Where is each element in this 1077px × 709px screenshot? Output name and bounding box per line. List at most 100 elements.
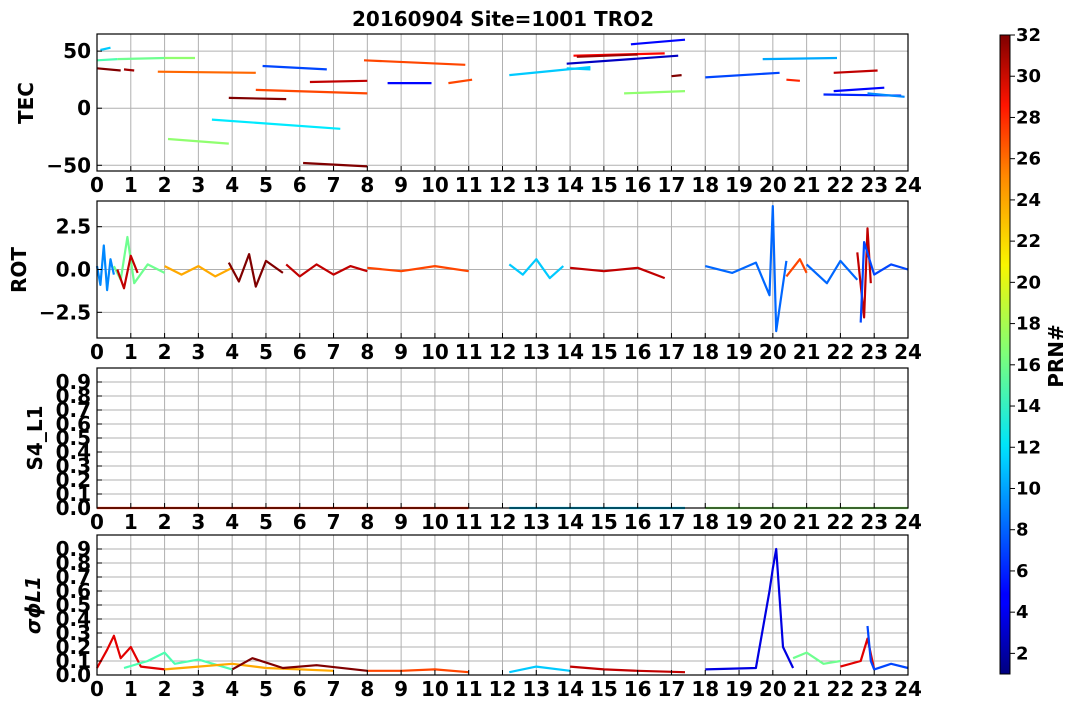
x-tick-label: 20 [759, 340, 787, 364]
series-line-prn-9 [95, 244, 115, 292]
x-tick-label: 23 [860, 340, 888, 364]
series-line-prn-10 [762, 56, 838, 61]
x-tick-label: 16 [624, 510, 652, 534]
x-tick-label: 20 [759, 677, 787, 701]
colorbar-tick-label: 14 [1016, 396, 1041, 417]
series-line-prn-7 [859, 241, 909, 323]
colorbar-tick-label: 22 [1016, 231, 1041, 252]
x-tick-label: 21 [793, 340, 821, 364]
s4-grid [96, 368, 909, 509]
x-tick-label: 0 [90, 510, 104, 534]
x-tick-label: 16 [624, 173, 652, 197]
x-tick-label: 10 [421, 510, 449, 534]
series-line-prn-32 [227, 253, 284, 288]
x-tick-label: 0 [90, 340, 104, 364]
x-tick-label: 7 [327, 173, 341, 197]
series-line-prn-26 [255, 88, 368, 95]
x-tick-label: 2 [158, 510, 172, 534]
series-line-prn-30 [285, 263, 368, 278]
series-line-prn-11 [509, 665, 571, 674]
x-tick-label: 10 [421, 173, 449, 197]
x-tick-label: 17 [658, 173, 686, 197]
rot-y-ticks: −2.5 0.0 2.5 [39, 215, 102, 324]
x-tick-label: 18 [691, 510, 719, 534]
series-line-prn-26 [785, 258, 808, 278]
x-tick-label: 4 [225, 173, 239, 197]
x-tick-label: 23 [860, 510, 888, 534]
tec-y-ticks: −50 0 50 [46, 39, 102, 177]
prn-colorbar: 2468101214161820222426283032 PRN# [999, 25, 1068, 675]
x-tick-label: 24 [894, 677, 922, 701]
series-line-prn-12 [211, 118, 341, 130]
x-tick-label: 5 [259, 340, 273, 364]
series-line-prn-11 [566, 67, 591, 71]
x-tick-label: 8 [360, 510, 374, 534]
x-tick-label: 13 [522, 677, 550, 701]
x-tick-label: 13 [522, 173, 550, 197]
rot-grid [96, 201, 909, 338]
x-tick-label: 22 [826, 510, 854, 534]
x-tick-label: 23 [860, 677, 888, 701]
tec-y-label: TEC [14, 82, 38, 124]
y-tick-label: 0.9 [56, 537, 91, 561]
series-line-prn-32 [228, 96, 287, 101]
colorbar-tick-label: 2 [1016, 643, 1029, 664]
colorbar-ticks: 2468101214161820222426283032 [1010, 25, 1041, 664]
x-tick-label: 8 [360, 173, 374, 197]
s4-y-ticks: 0.00.10.20.30.40.50.60.70.80.9 [56, 370, 102, 520]
tec-series [96, 38, 905, 168]
x-tick-label: 5 [259, 677, 273, 701]
x-tick-label: 7 [327, 677, 341, 701]
x-tick-label: 1 [124, 173, 138, 197]
x-tick-label: 15 [590, 677, 618, 701]
colorbar-tick-label: 10 [1016, 478, 1041, 499]
x-tick-label: 14 [556, 677, 584, 701]
x-tick-label: 17 [658, 510, 686, 534]
x-tick-label: 1 [124, 340, 138, 364]
colorbar-tick-label: 12 [1016, 437, 1041, 458]
x-tick-label: 18 [691, 677, 719, 701]
x-tick-label: 22 [826, 677, 854, 701]
chart-title: 20160904 Site=1001 TRO2 [352, 7, 654, 31]
x-tick-label: 18 [691, 340, 719, 364]
s4-y-label: S4_L1 [23, 406, 47, 471]
series-line-prn-30 [309, 79, 368, 84]
series-line-prn-8 [805, 259, 859, 285]
x-tick-label: 4 [225, 340, 239, 364]
y-tick-label: −2.5 [39, 300, 91, 324]
series-line-prn-16 [117, 56, 165, 61]
colorbar-tick-label: 28 [1016, 107, 1041, 128]
x-tick-label: 11 [455, 510, 483, 534]
x-tick-label: 10 [421, 340, 449, 364]
series-line-prn-26 [367, 668, 469, 674]
y-tick-label: 2.5 [56, 215, 91, 239]
y-tick-label: 0 [77, 96, 91, 120]
x-tick-label: 6 [293, 677, 307, 701]
series-line-prn-16 [792, 651, 841, 665]
x-tick-label: 8 [360, 340, 374, 364]
series-line-prn-26 [363, 59, 466, 66]
colorbar-tick-label: 24 [1016, 190, 1041, 211]
series-line-prn-25 [157, 70, 256, 74]
x-tick-label: 13 [522, 340, 550, 364]
x-tick-label: 17 [658, 677, 686, 701]
x-tick-label: 23 [860, 173, 888, 197]
colorbar-gradient [999, 34, 1011, 675]
x-tick-label: 2 [158, 173, 172, 197]
colorbar-tick-label: 26 [1016, 149, 1041, 170]
x-tick-label: 16 [624, 677, 652, 701]
x-tick-label: 20 [759, 510, 787, 534]
x-tick-label: 13 [522, 510, 550, 534]
colorbar-label: PRN# [1044, 324, 1068, 388]
x-tick-label: 3 [191, 340, 205, 364]
tec-grid [96, 34, 909, 171]
x-tick-label: 11 [455, 677, 483, 701]
x-tick-label: 15 [590, 510, 618, 534]
x-tick-label: 11 [455, 340, 483, 364]
series-line-prn-7 [262, 64, 327, 71]
x-tick-label: 12 [489, 510, 517, 534]
x-tick-label: 12 [489, 173, 517, 197]
series-line-prn-15 [96, 58, 118, 62]
colorbar-tick-label: 30 [1016, 66, 1041, 87]
x-tick-label: 15 [590, 340, 618, 364]
